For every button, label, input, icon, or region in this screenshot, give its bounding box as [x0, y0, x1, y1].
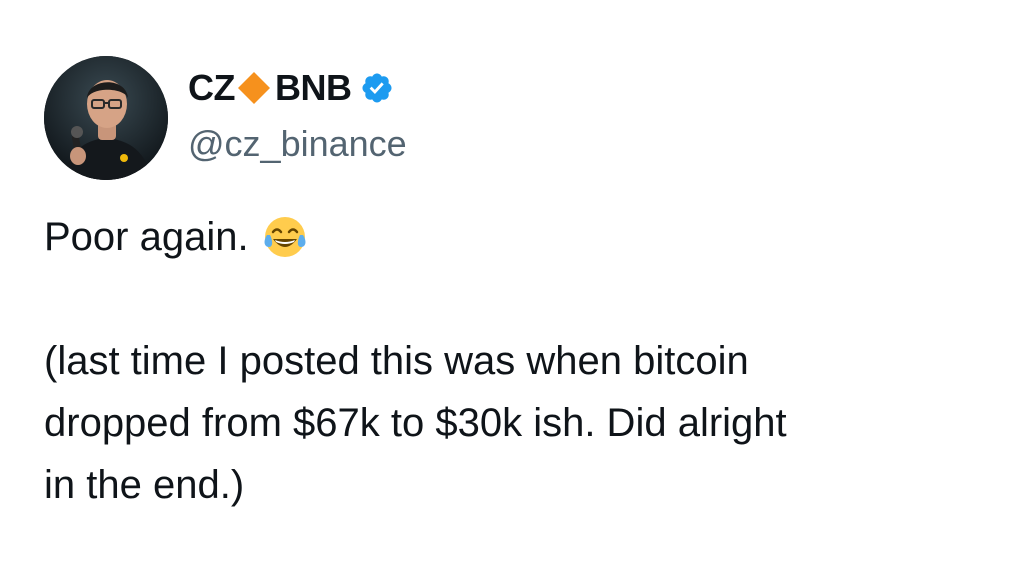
avatar-photo	[44, 56, 168, 180]
author-handle[interactable]: @cz_binance	[188, 120, 407, 168]
display-name-part1: CZ	[188, 67, 236, 108]
verified-badge-icon[interactable]	[360, 71, 394, 105]
author-block: CZ BNB @cz_binance	[188, 64, 407, 168]
display-name-part2: BNB	[275, 67, 352, 108]
tweet-text-paragraph2: (last time I posted this was when bitcoi…	[44, 330, 1004, 516]
tweet-card: CZ BNB @cz_binance Poor again. (last tim…	[0, 0, 1031, 569]
tweet-text-line1-row: Poor again.	[44, 206, 1004, 268]
tweet-text-line1: Poor again.	[44, 215, 249, 259]
tweet-text: Poor again. (last time I posted this was…	[44, 206, 1004, 516]
avatar[interactable]	[44, 56, 168, 180]
author-name-row[interactable]: CZ BNB	[188, 64, 407, 112]
tweet-text-para2-line: dropped from $67k to $30k ish. Did alrig…	[44, 401, 787, 445]
tweet-text-para2-line: (last time I posted this was when bitcoi…	[44, 339, 749, 383]
tweet-text-para2-line: in the end.)	[44, 463, 245, 507]
face-with-tears-of-joy-icon	[261, 213, 309, 261]
orange-diamond-icon	[237, 71, 271, 105]
